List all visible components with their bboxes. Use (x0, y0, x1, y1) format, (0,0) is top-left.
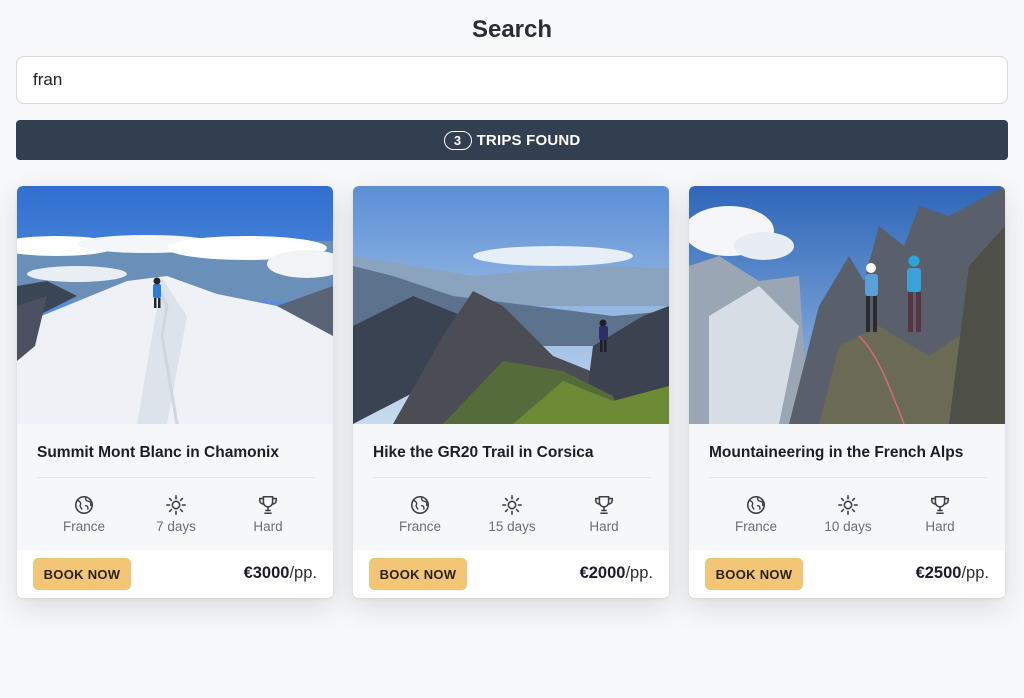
results-label: TRIPS FOUND (476, 131, 581, 149)
divider (709, 477, 987, 478)
difficulty-label: Hard (589, 519, 619, 534)
country-label: France (62, 519, 106, 534)
trip-card-body: Mountaineering in the French Alps France… (689, 424, 1005, 550)
price-amount: €3000 (243, 564, 290, 582)
trip-title[interactable]: Summit Mont Blanc in Chamonix (37, 444, 327, 462)
search-input[interactable] (16, 56, 1008, 104)
trip-card-body: Hike the GR20 Trail in Corsica France 15… (353, 424, 669, 550)
trip-card[interactable]: Mountaineering in the French Alps France… (689, 186, 1005, 598)
price-unit: /pp. (289, 564, 317, 582)
trip-difficulty: Hard (558, 494, 650, 540)
divider (37, 477, 315, 478)
results-count-badge: 3 (443, 130, 472, 150)
book-now-button[interactable]: BOOK NOW (33, 558, 131, 590)
duration-label: 7 days (156, 519, 196, 534)
trip-price: €3000/pp. (244, 564, 317, 583)
divider (373, 477, 651, 478)
trip-card-body: Summit Mont Blanc in Chamonix France 7 d… (17, 424, 333, 550)
difficulty-label: Hard (253, 519, 283, 534)
price-amount: €2500 (915, 564, 962, 582)
trip-country: France (38, 494, 130, 540)
trip-image-snowy-ridge[interactable] (17, 186, 333, 424)
trip-title[interactable]: Mountaineering in the French Alps (709, 444, 999, 462)
duration-label: 15 days (488, 519, 536, 534)
book-now-button[interactable]: BOOK NOW (705, 558, 803, 590)
trip-image-mountain-valley[interactable] (353, 186, 669, 424)
sun-icon (838, 495, 858, 515)
trip-card-footer: BOOK NOW €2500/pp. (689, 550, 1005, 598)
globe-icon (74, 495, 94, 515)
trip-duration: 7 days (130, 494, 222, 540)
book-now-button[interactable]: BOOK NOW (369, 558, 467, 590)
trip-duration: 15 days (466, 494, 558, 540)
trip-difficulty: Hard (894, 494, 986, 540)
price-unit: /pp. (961, 564, 989, 582)
trip-duration: 10 days (802, 494, 894, 540)
trip-card[interactable]: Summit Mont Blanc in Chamonix France 7 d… (17, 186, 333, 598)
difficulty-label: Hard (925, 519, 955, 534)
trip-price: €2500/pp. (916, 564, 989, 583)
trip-price: €2000/pp. (580, 564, 653, 583)
globe-icon (746, 495, 766, 515)
country-label: France (398, 519, 442, 534)
results-banner: 3 TRIPS FOUND (16, 120, 1008, 160)
page-title: Search (471, 16, 553, 43)
trophy-icon (258, 495, 278, 515)
trip-card[interactable]: Hike the GR20 Trail in Corsica France 15… (353, 186, 669, 598)
price-amount: €2000 (579, 564, 626, 582)
trip-country: France (374, 494, 466, 540)
sun-icon (166, 495, 186, 515)
duration-label: 10 days (824, 519, 872, 534)
trip-image-climbers-rock[interactable] (689, 186, 1005, 424)
price-unit: /pp. (625, 564, 653, 582)
trip-difficulty: Hard (222, 494, 314, 540)
globe-icon (410, 495, 430, 515)
trip-card-footer: BOOK NOW €2000/pp. (353, 550, 669, 598)
trip-card-footer: BOOK NOW €3000/pp. (17, 550, 333, 598)
trip-country: France (710, 494, 802, 540)
trophy-icon (594, 495, 614, 515)
country-label: France (734, 519, 778, 534)
sun-icon (502, 495, 522, 515)
trip-title[interactable]: Hike the GR20 Trail in Corsica (373, 444, 663, 462)
trophy-icon (930, 495, 950, 515)
